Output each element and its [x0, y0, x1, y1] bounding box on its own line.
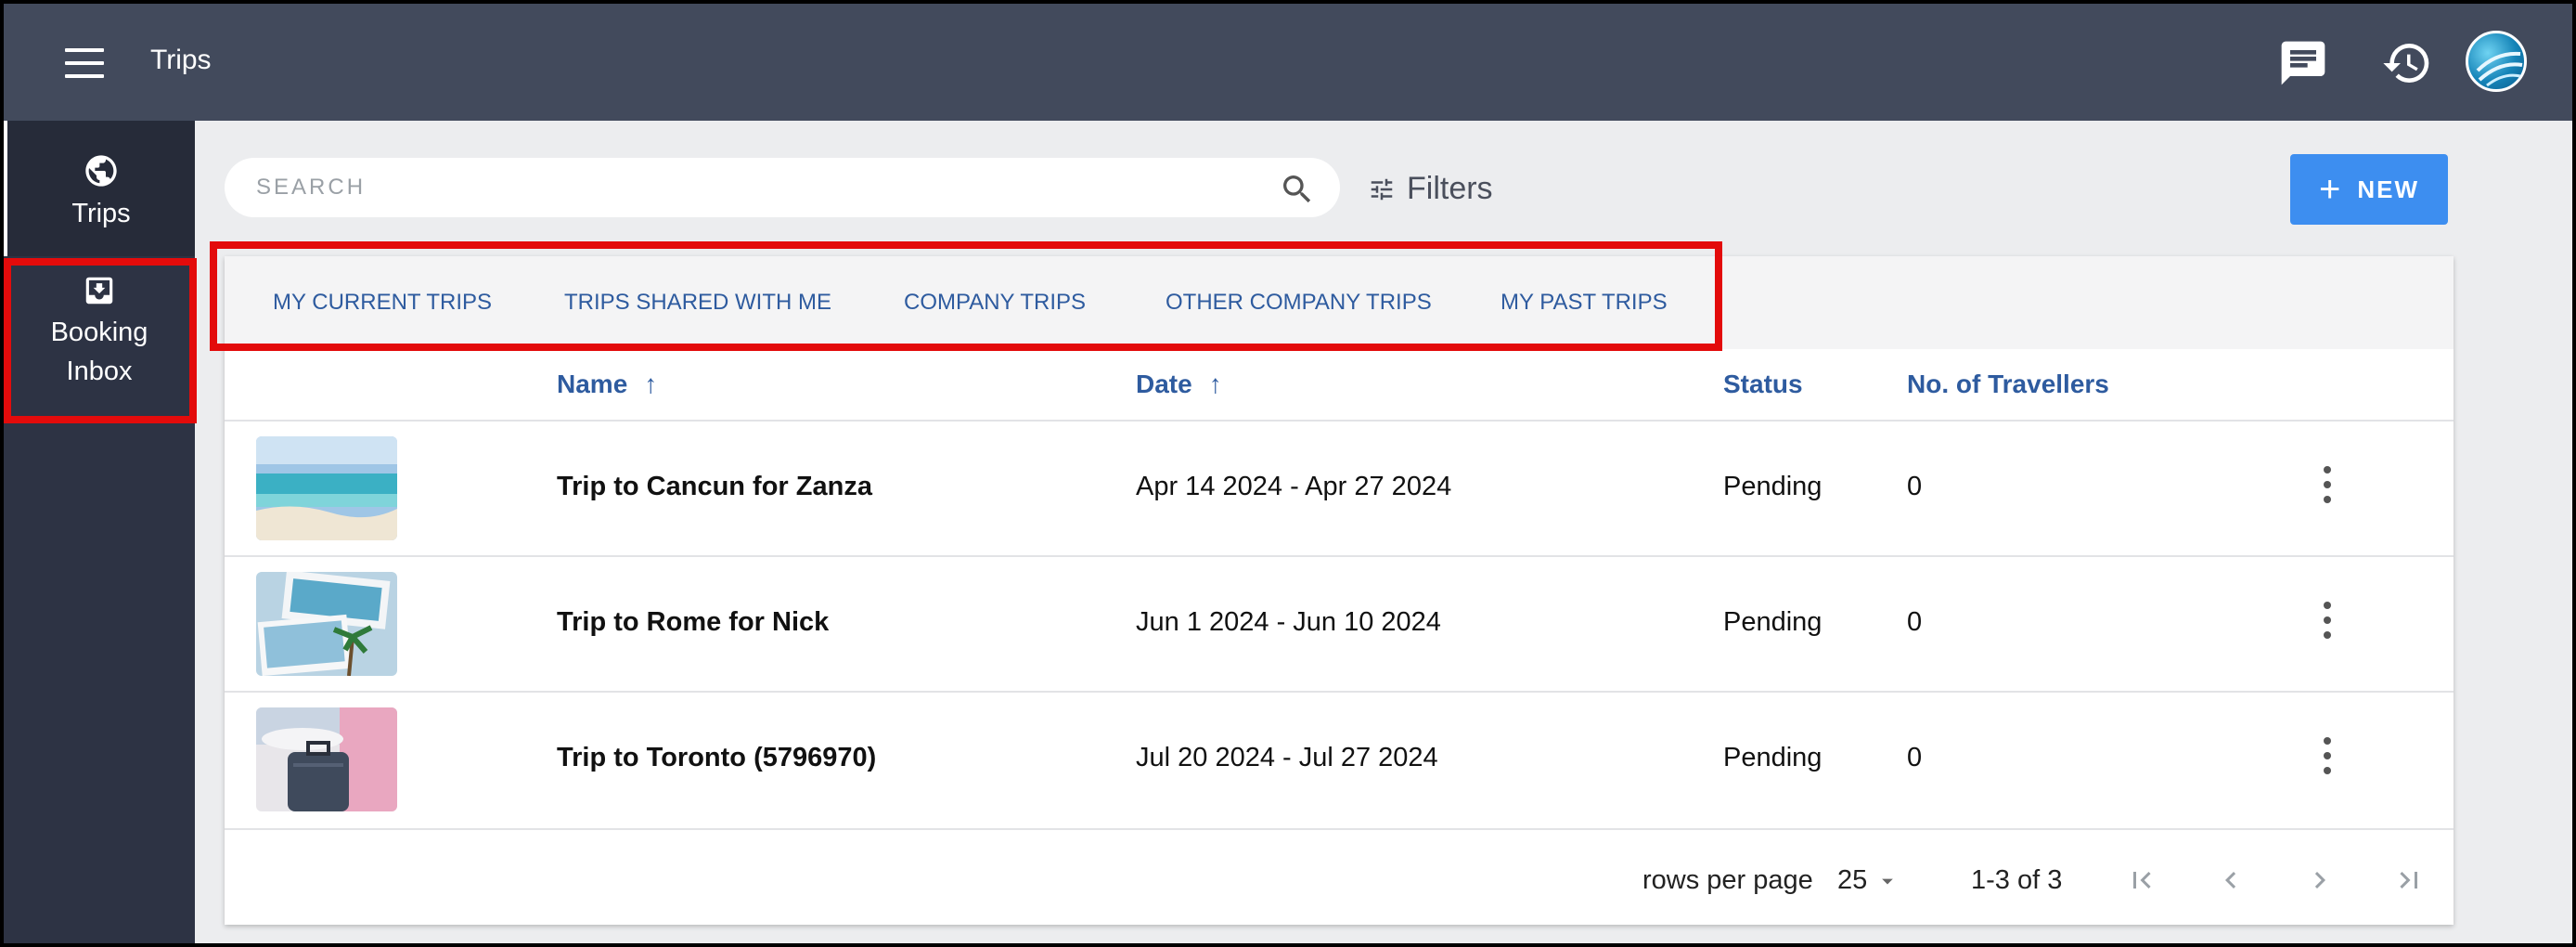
trip-date: Apr 14 2024 - Apr 27 2024 — [1136, 472, 1452, 501]
trip-date: Jul 20 2024 - Jul 27 2024 — [1136, 743, 1438, 772]
tab-bar: MY CURRENT TRIPS TRIPS SHARED WITH ME CO… — [225, 256, 2454, 349]
sidebar-item-label: Inbox — [66, 357, 133, 386]
more-vert-icon[interactable] — [2320, 737, 2335, 782]
trip-travellers: 0 — [1907, 472, 1923, 501]
search-icon[interactable] — [1279, 171, 1316, 208]
trip-travellers: 0 — [1907, 743, 1923, 772]
rows-per-page-select[interactable]: 25 — [1837, 865, 1900, 896]
trip-thumbnail — [256, 707, 397, 811]
first-page-icon[interactable] — [2125, 863, 2158, 897]
history-icon[interactable] — [2381, 37, 2433, 89]
trip-name[interactable]: Trip to Cancun for Zanza — [557, 472, 872, 502]
top-bar: Trips — [4, 4, 2572, 121]
table-row[interactable]: Trip to Rome for Nick Jun 1 2024 - Jun 1… — [225, 555, 2454, 691]
menu-icon[interactable] — [65, 48, 104, 78]
tab-other-company-trips[interactable]: OTHER COMPANY TRIPS — [1166, 290, 1432, 316]
tune-icon — [1371, 178, 1393, 200]
sidebar-item-trips[interactable]: Trips — [4, 121, 195, 256]
filters-button[interactable]: Filters — [1368, 171, 1493, 207]
trip-status: Pending — [1723, 472, 1823, 501]
sort-ascending-icon: ↑ — [1208, 370, 1222, 398]
sidebar-item-label: Booking — [50, 318, 148, 347]
sidebar: Trips Booking Inbox — [4, 121, 195, 943]
trip-travellers: 0 — [1907, 607, 1923, 637]
last-page-icon[interactable] — [2392, 863, 2426, 897]
sidebar-item-booking-inbox[interactable]: Booking Inbox — [4, 273, 195, 403]
globe-icon — [85, 155, 117, 187]
column-header-travellers[interactable]: No. of Travellers — [1907, 370, 2109, 399]
chat-icon[interactable] — [2277, 37, 2329, 89]
plus-icon: + — [2318, 168, 2343, 210]
table-row[interactable]: Trip to Toronto (5796970) Jul 20 2024 - … — [225, 691, 2454, 826]
search-input[interactable] — [256, 158, 1240, 217]
pagination-bar: rows per page 25 1-3 of 3 — [225, 828, 2454, 925]
more-vert-icon[interactable] — [2320, 466, 2335, 511]
trip-status: Pending — [1723, 607, 1823, 637]
trips-table-card: MY CURRENT TRIPS TRIPS SHARED WITH ME CO… — [225, 256, 2454, 925]
app-window: Trips Trips Booking Inbox SEARCH Filters… — [4, 4, 2572, 943]
column-header-name[interactable]: Name ↑ — [557, 370, 657, 399]
table-row[interactable]: Trip to Cancun for Zanza Apr 14 2024 - A… — [225, 420, 2454, 555]
column-header-status[interactable]: Status — [1723, 370, 1803, 399]
tab-my-past-trips[interactable]: MY PAST TRIPS — [1501, 290, 1668, 316]
page-range: 1-3 of 3 — [1971, 865, 2063, 895]
filters-label: Filters — [1407, 171, 1493, 206]
new-button[interactable]: + NEW — [2290, 154, 2448, 225]
trip-status: Pending — [1723, 743, 1823, 772]
trip-thumbnail — [256, 572, 397, 676]
next-page-icon[interactable] — [2303, 863, 2337, 897]
tab-company-trips[interactable]: COMPANY TRIPS — [904, 290, 1086, 316]
trip-thumbnail — [256, 436, 397, 540]
inbox-download-icon — [85, 277, 113, 305]
tab-trips-shared-with-me[interactable]: TRIPS SHARED WITH ME — [564, 290, 831, 316]
column-header-date[interactable]: Date ↑ — [1136, 370, 1222, 399]
previous-page-icon[interactable] — [2214, 863, 2248, 897]
trip-name[interactable]: Trip to Toronto (5796970) — [557, 743, 876, 773]
rows-per-page-label: rows per page — [1642, 865, 1813, 895]
tab-my-current-trips[interactable]: MY CURRENT TRIPS — [273, 290, 492, 316]
sort-ascending-icon: ↑ — [644, 370, 658, 398]
more-vert-icon[interactable] — [2320, 602, 2335, 646]
avatar[interactable] — [2466, 31, 2527, 92]
sidebar-item-label: Trips — [71, 199, 131, 228]
trip-name[interactable]: Trip to Rome for Nick — [557, 607, 829, 638]
search-bar — [225, 158, 1340, 217]
new-button-label: NEW — [2357, 175, 2420, 203]
trip-date: Jun 1 2024 - Jun 10 2024 — [1136, 607, 1441, 637]
dropdown-arrow-icon — [1882, 878, 1894, 884]
app-title: Trips — [150, 45, 212, 75]
